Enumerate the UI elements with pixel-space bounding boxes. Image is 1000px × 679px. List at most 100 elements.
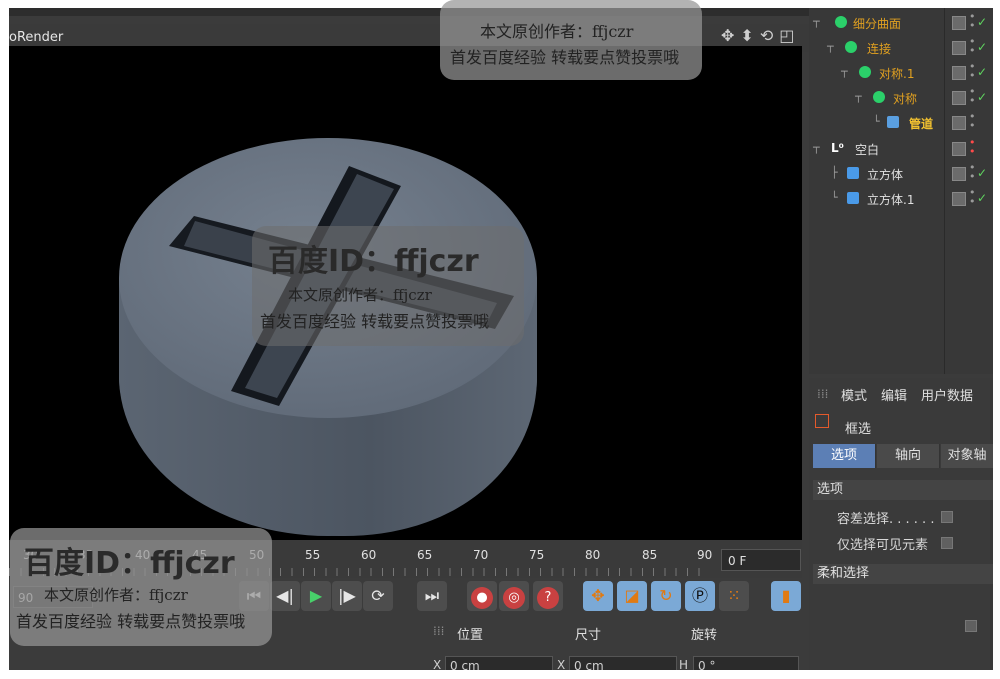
tab-axis[interactable]: 轴向 [877,444,940,468]
rotation-h-field[interactable]: 0 ° [693,656,799,670]
size-header: 尺寸 [575,628,602,643]
film-icon-button[interactable]: ▮ [771,581,801,611]
object-name[interactable]: 空白 [855,141,879,158]
loop-button[interactable]: ⟳ [363,581,393,611]
position-x-field[interactable]: 0 cm [445,656,553,670]
visibility-dots[interactable]: • • [969,187,976,207]
watermark-bottom: 百度ID：ffjczr 本文原创作者：ffjczr 首发百度经验 转载要点赞投票… [10,528,272,646]
prev-key-button[interactable]: ◀| [270,581,300,611]
object-name[interactable]: 对称 [893,90,917,107]
layer-tag[interactable] [952,91,966,105]
menu-edit[interactable]: 编辑 [881,389,907,404]
option-visible-only-checkbox[interactable] [941,537,953,549]
column-divider [944,8,945,374]
record-icon: ● [471,587,493,609]
enabled-check-icon[interactable]: ✓ [977,15,987,29]
ruler-label: 65 [417,548,433,562]
object-name[interactable]: 连接 [867,40,891,57]
visibility-dots[interactable]: • • [969,162,976,182]
grip-icon[interactable]: ⁞⁞⁞ [817,387,828,401]
record-key-button[interactable]: ● [467,581,497,611]
list-item[interactable]: ┬ 连接 • • ✓ [809,35,993,60]
object-name[interactable]: 对称.1 [879,65,914,82]
cube-icon [847,192,859,204]
visibility-dots[interactable]: • • [969,137,976,157]
layer-tag[interactable] [952,66,966,80]
layer-tag[interactable] [952,41,966,55]
list-item[interactable]: └ 立方体.1 • • ✓ [809,186,993,211]
param-key-button[interactable]: Ⓟ [685,581,715,611]
visibility-dots[interactable]: • • [969,61,976,81]
object-manager: ┬ 细分曲面 • • ✓ ┬ 连接 • • ✓ ┬ 对称.1 • • ✓ ┬ 对称 • • ✓ … [809,8,993,374]
layer-tag[interactable] [952,192,966,206]
menu-user-data[interactable]: 用户数据 [921,389,973,404]
soft-option-checkbox[interactable] [965,620,977,632]
goto-end-button[interactable]: ⏭ [417,581,447,611]
size-x-field[interactable]: 0 cm [569,656,677,670]
layer-tag[interactable] [952,116,966,130]
sweep-pipe-icon [887,116,899,128]
layer-tag[interactable] [952,142,966,156]
object-name[interactable]: 细分曲面 [853,15,901,32]
watermark-id: 百度ID：ffjczr [24,546,235,581]
visibility-dots[interactable]: • • [969,36,976,56]
visibility-dots[interactable]: • • [969,86,976,106]
enabled-check-icon[interactable]: ✓ [977,40,987,54]
point-level-button[interactable]: ⁙ [719,581,749,611]
watermark-line2: 首发百度经验 转载要点赞投票哦 [260,312,490,331]
viewport-nav-icons[interactable]: ✥⬍⟲◰ [721,26,800,45]
section-soft-selection: 柔和选择 [813,564,993,584]
tab-options[interactable]: 选项 [813,444,876,468]
maximize-view-icon[interactable]: ◰ [779,26,800,45]
current-frame-field[interactable]: 0 F [721,549,801,571]
object-name[interactable]: 立方体.1 [867,191,914,208]
cube-icon [847,167,859,179]
watermark-line1: 本文原创作者：ffjczr [288,286,432,304]
object-name[interactable]: 立方体 [867,166,903,183]
box-select-icon [815,414,829,428]
enabled-check-icon[interactable]: ✓ [977,90,987,104]
help-key-button[interactable]: ? [533,581,563,611]
visibility-dots[interactable]: • • [969,111,976,131]
move-view-icon[interactable]: ✥ [721,26,740,45]
list-item[interactable]: └ 管道 • • [809,110,993,135]
rotate-tool-button[interactable]: ↻ [651,581,681,611]
axis-label: X [557,658,566,670]
tab-object-axis[interactable]: 对象轴 [941,444,993,468]
ruler-label: 85 [642,548,658,562]
rotate-view-icon[interactable]: ⟲ [760,26,779,45]
enabled-check-icon[interactable]: ✓ [977,191,987,205]
menu-mode[interactable]: 模式 [841,389,867,404]
list-item[interactable]: ├ 立方体 • • ✓ [809,161,993,186]
list-item[interactable]: ┬ 细分曲面 • • ✓ [809,10,993,35]
tree-branch: ├ [831,166,838,179]
enabled-check-icon[interactable]: ✓ [977,65,987,79]
option-tolerant-checkbox[interactable] [941,511,953,523]
visibility-dots[interactable]: • • [969,11,976,31]
grip-icon[interactable]: ⁞⁞⁞ [433,624,444,638]
object-name[interactable]: 管道 [909,115,933,132]
dolly-view-icon[interactable]: ⬍ [740,26,759,45]
ruler-label: 80 [585,548,601,562]
next-key-button[interactable]: |▶ [332,581,362,611]
null-object-icon: L⁰ [831,141,844,155]
connect-object-icon [845,41,857,53]
move-tool-button[interactable]: ✥ [583,581,613,611]
layer-tag[interactable] [952,167,966,181]
subdivision-surface-icon [835,16,847,28]
enabled-check-icon[interactable]: ✓ [977,166,987,180]
autokey-icon: ◎ [503,587,525,609]
list-item[interactable]: ┬ L⁰ 空白 • • [809,136,993,161]
auto-key-button[interactable]: ◎ [499,581,529,611]
list-item[interactable]: ┬ 对称.1 • • ✓ [809,60,993,85]
axis-label: X [433,658,442,670]
watermark-top: 本文原创作者：ffjczr 首发百度经验 转载要点赞投票哦 [440,0,702,80]
ruler-label: 60 [361,548,377,562]
list-item[interactable]: ┬ 对称 • • ✓ [809,85,993,110]
watermark-id: 百度ID：ffjczr [268,244,479,279]
am-menu: 模式 编辑 用户数据 [841,385,987,404]
question-icon: ? [537,587,559,609]
scale-tool-button[interactable]: ◪ [617,581,647,611]
play-button[interactable]: ▶ [301,581,331,611]
layer-tag[interactable] [952,16,966,30]
